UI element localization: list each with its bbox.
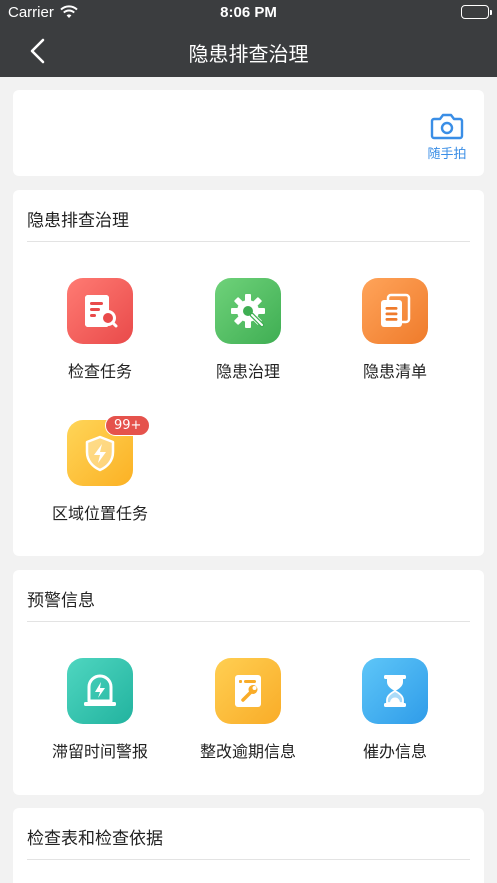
hazard-list-button[interactable]: 隐患清单	[325, 278, 465, 382]
urge-info-button[interactable]: 催办信息	[325, 658, 465, 762]
gear-wrench-icon	[215, 278, 281, 344]
item-label: 隐患清单	[362, 362, 427, 381]
shield-lightning-icon: 99+	[67, 415, 151, 486]
status-bar: Carrier 8:06 PM	[0, 0, 497, 26]
camera-icon	[430, 113, 464, 140]
area-location-task-button[interactable]: 99+ 区域位置任务	[30, 415, 170, 524]
inspection-task-button[interactable]: 检查任务	[30, 278, 170, 382]
checklist-basis-card: 检查表和检查依据	[13, 808, 484, 883]
divider	[27, 859, 470, 860]
list-stack-icon	[362, 278, 428, 344]
overdue-rectification-button[interactable]: 整改逾期信息	[178, 658, 318, 762]
item-label: 催办信息	[362, 742, 427, 761]
item-label: 隐患治理	[215, 362, 280, 381]
quick-action-card: 随手拍	[13, 90, 484, 176]
repair-document-icon	[215, 658, 281, 724]
hazard-treatment-button[interactable]: 隐患治理	[178, 278, 318, 382]
section-title: 检查表和检查依据	[27, 829, 163, 849]
warning-info-card: 预警信息 滞留时间警报 整改逾期信息 催办信息	[13, 570, 484, 795]
item-label: 整改逾期信息	[199, 742, 296, 761]
hazard-management-card: 隐患排查治理 检查任务 隐患治理 隐患清单 99+ 区域位置任务	[13, 190, 484, 556]
clock-time: 8:06 PM	[220, 4, 277, 21]
inspection-document-icon	[67, 278, 133, 344]
navigation-bar: 隐患排查治理	[0, 26, 497, 77]
section-title: 隐患排查治理	[27, 211, 129, 231]
divider	[27, 621, 470, 622]
page-title: 隐患排查治理	[188, 42, 309, 66]
hourglass-icon	[362, 658, 428, 724]
section-title: 预警信息	[27, 591, 95, 611]
item-label: 区域位置任务	[51, 504, 148, 523]
alarm-light-icon	[67, 658, 133, 724]
battery-icon	[461, 5, 492, 19]
stay-time-alarm-button[interactable]: 滞留时间警报	[30, 658, 170, 762]
notification-badge: 99+	[105, 415, 151, 436]
quick-photo-button[interactable]: 随手拍	[423, 112, 471, 162]
item-label: 检查任务	[67, 362, 132, 381]
item-label: 滞留时间警报	[51, 742, 148, 761]
quick-photo-label: 随手拍	[427, 147, 467, 162]
divider	[27, 241, 470, 242]
